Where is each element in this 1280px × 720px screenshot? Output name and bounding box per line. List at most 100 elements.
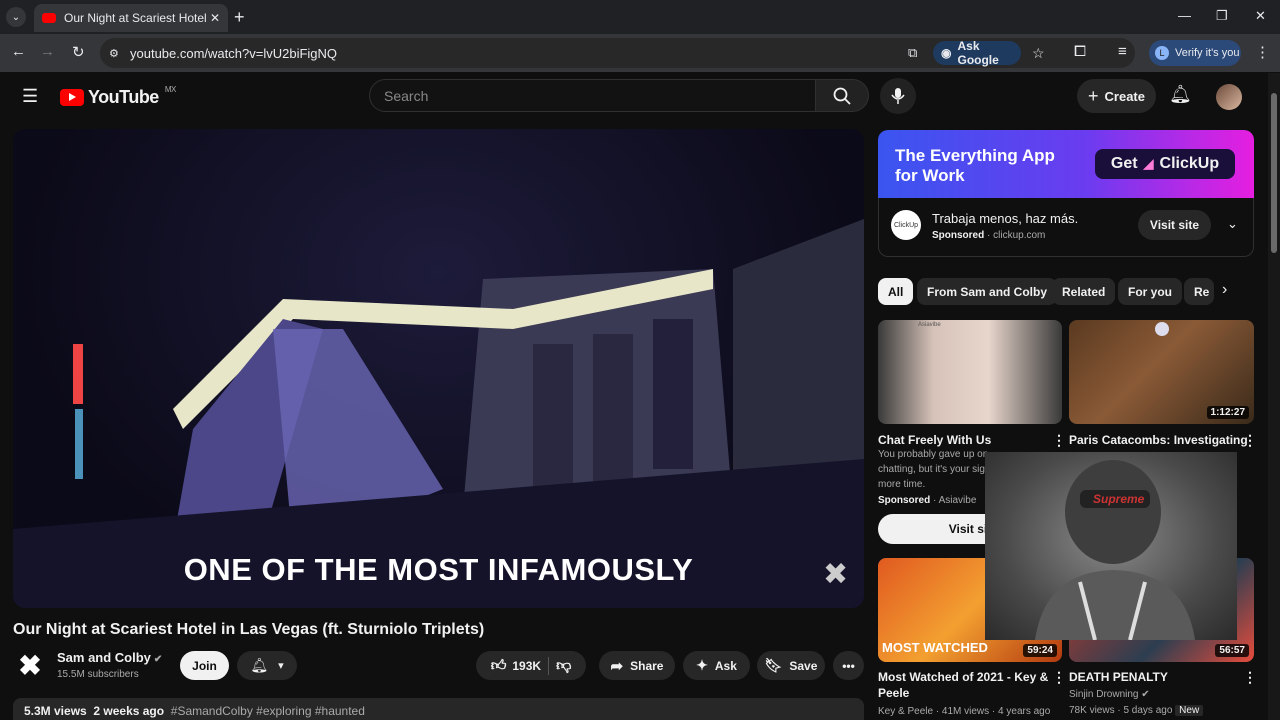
forward-icon[interactable]: → — [40, 43, 55, 60]
card-description: You probably gave up on chatting, but it… — [878, 447, 988, 492]
logo-text: YouTube — [88, 87, 159, 107]
subscribe-notifications-button[interactable]: 🔔︎ ▾ — [237, 651, 297, 680]
profile-letter-icon: L — [1155, 46, 1169, 60]
chip-from-channel[interactable]: From Sam and Colby — [917, 278, 1058, 305]
ad-banner[interactable]: The Everything App for Work Get ◢ ClickUp — [878, 130, 1254, 198]
card-meta: Key & Peele · 41M views · 4 years ago — [878, 706, 1051, 717]
card-channel[interactable]: Sinjin Drowning ✔ — [1069, 687, 1150, 702]
search-input[interactable]: Search — [369, 79, 816, 112]
chip-recent[interactable]: Re — [1184, 278, 1214, 305]
chip-all[interactable]: All — [878, 278, 914, 305]
desc-line-3: more time. — [878, 479, 926, 490]
menu-icon[interactable]: ☰ — [22, 86, 38, 107]
youtube-logo[interactable]: YouTube MX — [60, 85, 176, 108]
chip-related[interactable]: Related — [1052, 278, 1116, 305]
url-text: youtube.com/watch?v=lvU2biFigNQ — [130, 45, 338, 61]
sponsored-thumbnail[interactable]: Asiavibe — [878, 320, 1062, 424]
youtube-favicon-icon — [42, 13, 56, 23]
reload-icon[interactable]: ↻ — [72, 43, 85, 61]
thumbs-up-icon: 👍︎ — [490, 656, 507, 674]
minimize-icon[interactable]: — — [1178, 8, 1191, 23]
channel-name[interactable]: Sam and Colby ✔ — [57, 650, 162, 665]
video-stats[interactable]: 5.3M views 2 weeks ago #SamandColby #exp… — [13, 698, 864, 720]
chrome-menu-icon[interactable]: ⋮ — [1255, 43, 1270, 61]
user-avatar[interactable] — [1216, 84, 1242, 110]
card-title-line-2: Peele — [878, 686, 910, 700]
ask-google-button[interactable]: ◉ Ask Google — [933, 39, 1021, 67]
more-vertical-icon[interactable]: ⋮ — [1243, 669, 1257, 686]
share-button[interactable]: ➦ Share — [599, 651, 675, 680]
notifications-bell-icon[interactable]: 🔔︎ — [1169, 84, 1192, 105]
dislike-button[interactable]: 👎︎ — [556, 657, 571, 675]
browser-tab-bar: ⌄ Our Night at Scariest Hotel in L ✕ + —… — [0, 0, 1280, 34]
new-tab-icon[interactable]: + — [234, 7, 245, 28]
site-info-icon[interactable]: ⚙ — [109, 47, 119, 60]
install-icon[interactable]: ⧉ — [908, 45, 917, 61]
advertiser-logo[interactable]: ClickUp — [891, 210, 921, 240]
back-icon[interactable]: ← — [11, 43, 26, 60]
join-button[interactable]: Join — [180, 651, 229, 680]
more-actions-button[interactable]: ••• — [833, 651, 864, 680]
scrollbar-thumb[interactable] — [1271, 93, 1277, 253]
microphone-icon — [891, 88, 905, 104]
sponsored-label: Sponsored — [932, 230, 985, 241]
more-vertical-icon[interactable]: ⋮ — [1052, 432, 1066, 449]
advertiser-name: Asiavibe — [938, 495, 977, 506]
search-button[interactable] — [815, 79, 869, 112]
chip-for-you[interactable]: For you — [1118, 278, 1182, 305]
voice-search-button[interactable] — [880, 78, 916, 114]
close-window-icon[interactable]: ✕ — [1255, 8, 1266, 24]
video-title: Our Night at Scariest Hotel in Las Vegas… — [13, 621, 485, 638]
chevron-right-icon[interactable]: › — [1222, 281, 1227, 299]
like-button[interactable]: 👍︎ 193K — [491, 657, 541, 675]
scrollbar[interactable] — [1268, 73, 1280, 720]
ask-button[interactable]: ✦ Ask — [683, 651, 750, 680]
ad-domain: clickup.com — [993, 230, 1046, 241]
browser-toolbar: ← → ↻ ⚙ youtube.com/watch?v=lvU2biFigNQ … — [0, 34, 1280, 72]
visit-site-button[interactable]: Visit site — [1138, 210, 1211, 240]
channel-avatar[interactable]: ✖ — [15, 650, 45, 681]
card-title[interactable]: Paris Catacombs: Investigating — [1069, 432, 1248, 448]
channel-name-text: Sam and Colby — [57, 650, 151, 665]
more-vertical-icon[interactable]: ⋮ — [1052, 669, 1066, 686]
close-tab-icon[interactable]: ✕ — [210, 11, 220, 25]
save-button[interactable]: 🔖︎ Save — [757, 651, 825, 680]
ad-headline-2: for Work — [895, 166, 965, 185]
search-placeholder: Search — [384, 87, 429, 104]
ad-cta-button[interactable]: Get ◢ ClickUp — [1095, 149, 1235, 179]
video-player[interactable]: ONE OF THE MOST INFAMOUSLY ✖ — [13, 129, 864, 608]
ad-info: ClickUp Trabaja menos, haz más. Sponsore… — [878, 198, 1254, 257]
webcam-overlay: Supreme — [985, 452, 1237, 640]
more-vertical-icon[interactable]: ⋮ — [1243, 432, 1257, 449]
extensions-icon[interactable]: ⧠ — [1074, 43, 1086, 60]
media-controls-icon[interactable]: ≡ — [1118, 43, 1127, 60]
divider — [548, 656, 550, 675]
tab-title: Our Night at Scariest Hotel in L — [64, 11, 210, 25]
hashtags[interactable]: #SamandColby #exploring #haunted — [171, 704, 365, 718]
bell-icon: 🔔︎ — [250, 657, 269, 673]
card-title[interactable]: DEATH PENALTY — [1069, 669, 1168, 685]
bookmark-star-icon[interactable]: ☆ — [1032, 45, 1045, 62]
ad-cta-label: Get — [1110, 155, 1138, 172]
view-count: 5.3M views — [24, 704, 87, 718]
clickup-logo-icon: ◢ — [1143, 156, 1154, 171]
new-badge: New — [1175, 705, 1204, 716]
subscriber-count: 15.5M subscribers — [57, 669, 139, 680]
verify-profile-button[interactable]: L Verify it's you — [1149, 40, 1241, 66]
tab-search-icon[interactable]: ⌄ — [6, 7, 26, 27]
cap-logo-text: Supreme — [1093, 492, 1145, 506]
chevron-down-icon[interactable]: ⌄ — [1227, 216, 1238, 232]
maximize-icon[interactable]: ❐ — [1216, 8, 1228, 24]
ad-title[interactable]: Trabaja menos, haz más. — [932, 211, 1078, 226]
browser-tab[interactable]: Our Night at Scariest Hotel in L ✕ — [34, 4, 228, 32]
card-title[interactable]: Most Watched of 2021 - Key & Peele — [878, 669, 1048, 701]
sponsored-label: Sponsored — [878, 495, 931, 506]
share-label: Share — [630, 658, 664, 673]
card-title[interactable]: Chat Freely With Us — [878, 432, 991, 448]
chevron-down-icon: ▾ — [278, 660, 284, 672]
video-thumbnail[interactable]: 1:12:27 — [1069, 320, 1254, 424]
create-button[interactable]: + Create — [1077, 79, 1156, 113]
card-meta-text: 78K views · 5 days ago — [1069, 705, 1173, 716]
duration-badge: 1:12:27 — [1206, 406, 1249, 419]
channel-watermark-icon[interactable]: ✖ — [823, 557, 848, 592]
